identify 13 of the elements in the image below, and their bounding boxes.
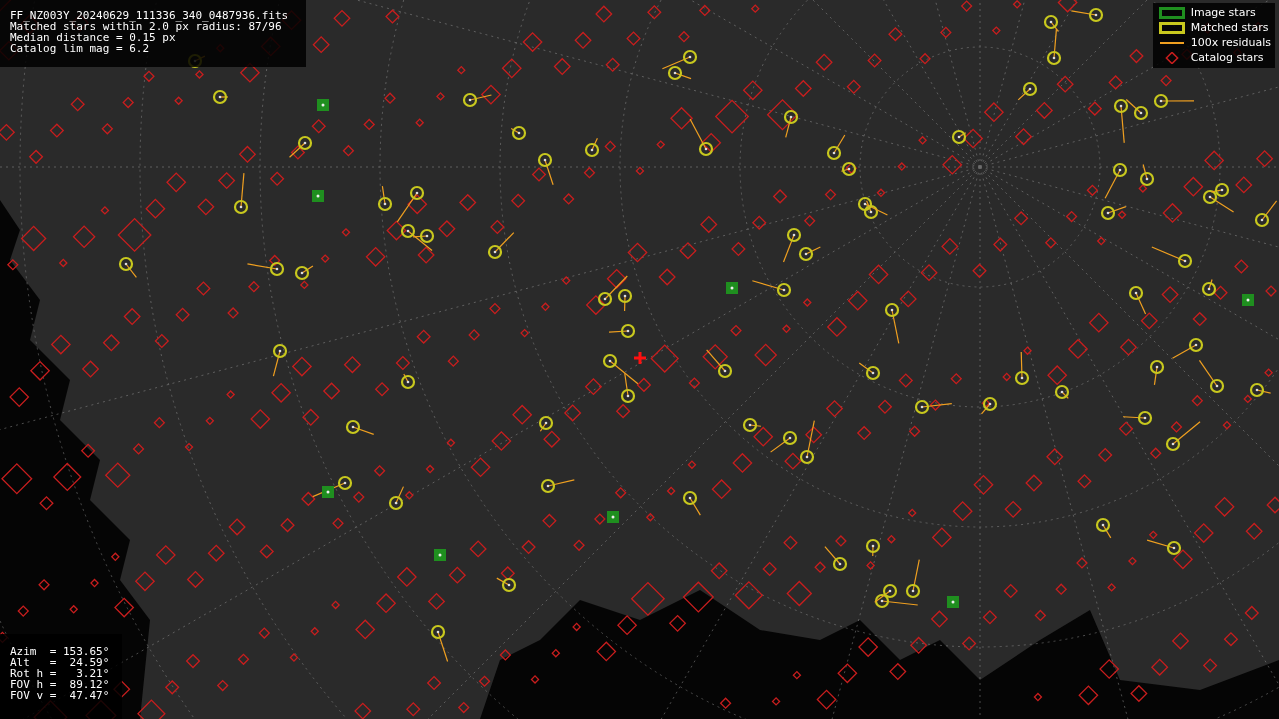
info-text: FF_NZ003Y_20240629_111336_340_0487936.fits <box>10 10 290 21</box>
legend-label: 100x residuals <box>1190 37 1271 49</box>
pointing-text: FOV h = 89.12° <box>10 679 111 690</box>
info-text: Catalog lim mag = 6.2 <box>10 43 151 54</box>
pointing-text: Azim = 153.65° <box>10 646 111 657</box>
legend-label: Image stars <box>1190 7 1256 19</box>
pointing-text: FOV v = 47.47° <box>10 690 111 701</box>
pointing-text: Alt = 24.59° <box>10 657 111 668</box>
legend-label: Catalog stars <box>1190 52 1264 64</box>
info-text: Matched stars within 2.0 px radius: 87/96 <box>10 21 282 32</box>
pointing-text: Rot h = 3.21° <box>10 668 111 679</box>
info-text: Median distance = 0.15 px <box>10 32 176 43</box>
legend-label: Matched stars <box>1190 22 1269 34</box>
